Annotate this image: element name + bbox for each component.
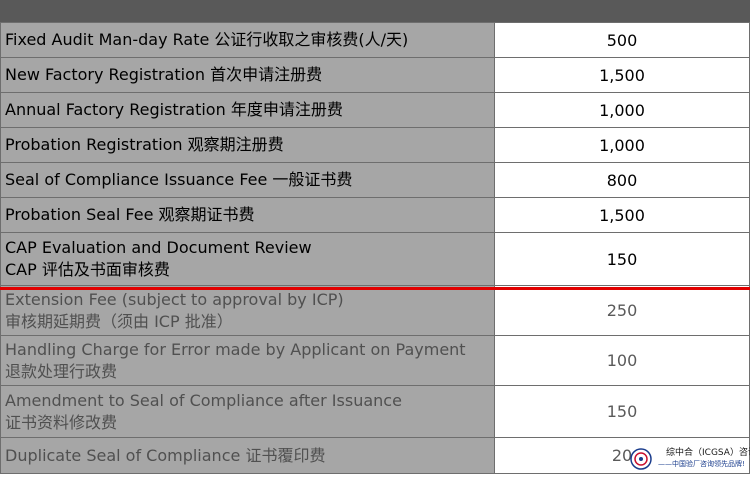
fee-label-cell: Extension Fee (subject to approval by IC… <box>0 285 495 336</box>
fee-name-zh: 审核期延期费（须由 ICP 批准） <box>5 311 233 331</box>
fee-row: Handling Charge for Error made by Applic… <box>0 335 750 386</box>
fee-name-zh: 首次申请注册费 <box>210 65 323 84</box>
fee-name-en: Seal of Compliance Issuance Fee <box>5 170 268 189</box>
logo-icon <box>630 448 652 470</box>
fee-row: Annual Factory Registration 年度申请注册费 1,000 <box>0 92 750 128</box>
fee-table: Fixed Audit Man-day Rate 公证行收取之审核费(人/天) 5… <box>0 22 750 474</box>
fee-name-en: Handling Charge for Error made by Applic… <box>5 339 466 359</box>
watermark: 综中合（ICGSA）咨询 ——中国验厂咨询领先品牌! <box>628 444 750 478</box>
fee-row: Amendment to Seal of Compliance after Is… <box>0 385 750 438</box>
fee-label-cell: CAP Evaluation and Document Review CAP 评… <box>0 232 495 286</box>
fee-row: Extension Fee (subject to approval by IC… <box>0 285 750 336</box>
fee-name-zh: 证书覆印费 <box>245 445 326 465</box>
fee-name-en: Extension Fee (subject to approval by IC… <box>5 289 344 309</box>
fee-name-en: Probation Registration <box>5 135 183 154</box>
fee-amount: 250 <box>494 285 750 336</box>
fee-amount: 1,000 <box>494 92 750 128</box>
fee-row: Seal of Compliance Issuance Fee 一般证书费 800 <box>0 162 750 198</box>
fee-name-zh: 一般证书费 <box>272 170 353 189</box>
fee-name-en: Fixed Audit Man-day Rate <box>5 30 210 49</box>
red-divider-line <box>0 287 750 290</box>
fee-label-cell: Probation Seal Fee 观察期证书费 <box>0 197 495 233</box>
fee-label-cell: Probation Registration 观察期注册费 <box>0 127 495 163</box>
fee-name-zh: 观察期证书费 <box>158 205 255 224</box>
fee-label-cell: Fixed Audit Man-day Rate 公证行收取之审核费(人/天) <box>0 22 495 58</box>
fee-label-cell: Annual Factory Registration 年度申请注册费 <box>0 92 495 128</box>
fee-label-cell: Duplicate Seal of Compliance 证书覆印费 <box>0 437 495 474</box>
fee-amount: 1,500 <box>494 57 750 93</box>
fee-amount: 800 <box>494 162 750 198</box>
fee-name-en: Annual Factory Registration <box>5 100 226 119</box>
fee-label-cell: Seal of Compliance Issuance Fee 一般证书费 <box>0 162 495 198</box>
fee-name-en: Amendment to Seal of Compliance after Is… <box>5 390 402 410</box>
fee-name-zh: CAP 评估及书面审核费 <box>5 260 170 279</box>
fee-row: Probation Seal Fee 观察期证书费 1,500 <box>0 197 750 233</box>
fee-name-zh: 证书资料修改费 <box>5 412 118 432</box>
fee-name-zh: 公证行收取之审核费(人/天) <box>214 30 409 49</box>
fee-name-en: New Factory Registration <box>5 65 205 84</box>
fee-name-en: Probation Seal Fee <box>5 205 154 224</box>
fee-amount: 150 <box>494 385 750 438</box>
watermark-title: 综中合（ICGSA）咨询 <box>666 448 750 458</box>
fee-label-cell: Amendment to Seal of Compliance after Is… <box>0 385 495 438</box>
fee-label-cell: Handling Charge for Error made by Applic… <box>0 335 495 386</box>
fee-row: New Factory Registration 首次申请注册费 1,500 <box>0 57 750 93</box>
fee-label-cell: New Factory Registration 首次申请注册费 <box>0 57 495 93</box>
fee-name-en: CAP Evaluation and Document Review <box>5 238 312 257</box>
fee-row: CAP Evaluation and Document Review CAP 评… <box>0 232 750 286</box>
fee-row: Probation Registration 观察期注册费 1,000 <box>0 127 750 163</box>
fee-amount: 1,000 <box>494 127 750 163</box>
header-bar <box>0 0 750 23</box>
fee-row: Fixed Audit Man-day Rate 公证行收取之审核费(人/天) 5… <box>0 22 750 58</box>
fee-amount: 500 <box>494 22 750 58</box>
fee-name-zh: 年度申请注册费 <box>230 100 343 119</box>
fee-name-zh: 观察期注册费 <box>187 135 284 154</box>
fee-amount: 150 <box>494 232 750 286</box>
fee-name-zh: 退款处理行政费 <box>5 361 118 381</box>
fee-amount: 1,500 <box>494 197 750 233</box>
watermark-slogan: ——中国验厂咨询领先品牌! <box>658 460 745 468</box>
fee-amount: 100 <box>494 335 750 386</box>
fee-name-en: Duplicate Seal of Compliance <box>5 445 241 465</box>
